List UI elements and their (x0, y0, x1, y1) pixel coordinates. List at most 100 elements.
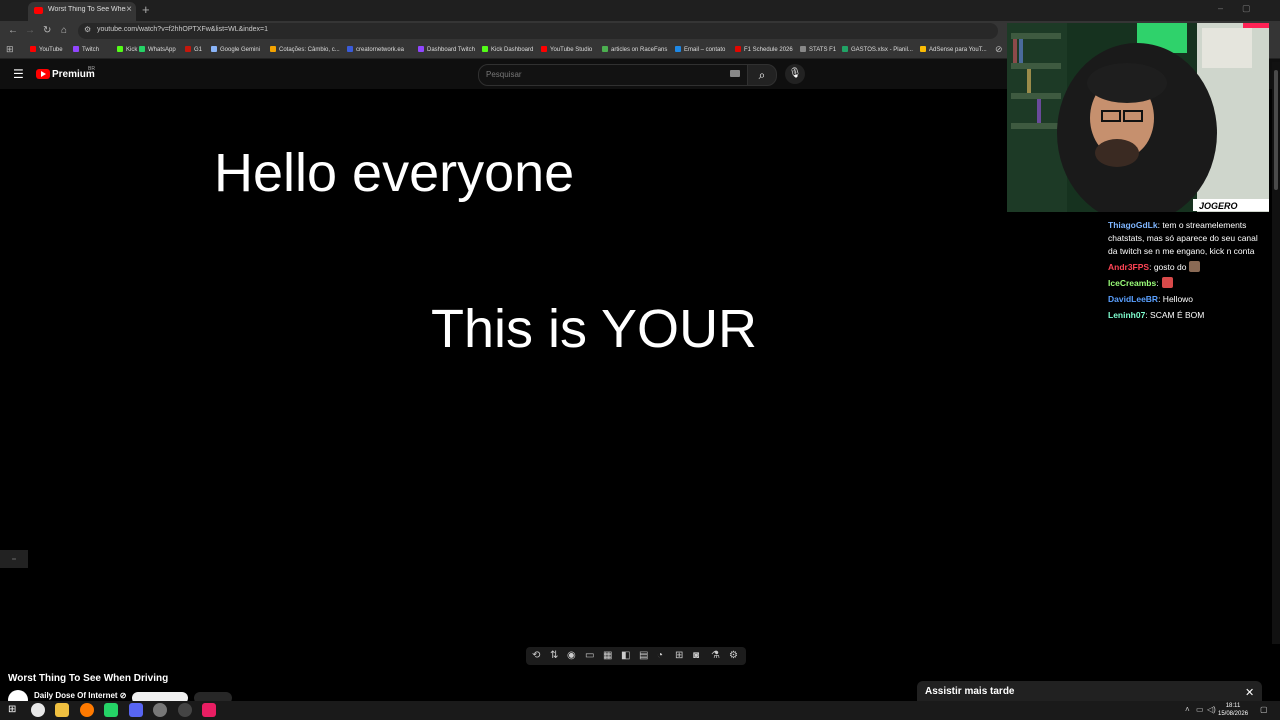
menu-icon[interactable]: ☰ (13, 67, 24, 81)
bookmark-label: creatornetwork.ea (356, 47, 405, 53)
bookmark-item[interactable]: WhatsApp (139, 46, 176, 53)
bookmark-item[interactable]: articles on RaceFans (602, 46, 667, 53)
file-explorer-icon[interactable] (55, 703, 69, 717)
close-icon[interactable]: ✕ (1245, 686, 1254, 699)
country-code: BR (88, 66, 95, 72)
obs-icon[interactable] (153, 703, 167, 717)
video-caption-line2: This is YOUR (431, 299, 758, 359)
reload-icon[interactable]: ↻ (43, 25, 51, 36)
voice-search-button[interactable]: 🎙 (785, 64, 805, 84)
microphone-icon: 🎙 (788, 68, 802, 79)
bookmark-item[interactable]: creatornetwork.ea (347, 46, 404, 53)
discord-icon[interactable] (129, 703, 143, 717)
back-icon[interactable]: ← (8, 25, 18, 36)
bookmark-item[interactable]: Email – contato (675, 46, 725, 53)
browser-app-icon[interactable] (80, 703, 94, 717)
bookmark-label: WhatsApp (148, 47, 176, 53)
theater-icon[interactable]: ▤ (639, 650, 648, 661)
network-icon[interactable]: ▭ (1196, 705, 1204, 714)
system-clock[interactable]: 18:11 15/08/2026 (1218, 702, 1248, 718)
home-icon[interactable]: ⌂ (61, 25, 67, 36)
watch-later-title[interactable]: Assistir mais tarde (925, 686, 1015, 697)
bookmark-label: Twitch (82, 47, 100, 53)
volume-icon[interactable]: ◁) (1207, 705, 1216, 714)
bookmark-label: Dashboard Twitch (427, 47, 475, 53)
bookmark-label: Email – contato (684, 47, 726, 53)
mini-watermark: ▭ (0, 550, 28, 568)
chat-username: Andr3FPS (1108, 262, 1150, 272)
youtube-favicon-icon (34, 7, 43, 14)
chat-text: : SCAM É BOM (1145, 310, 1205, 320)
bookmark-item[interactable]: YouTube Studio (541, 46, 592, 53)
sort-icon[interactable]: ⇅ (550, 650, 558, 661)
keyboard-icon[interactable] (730, 70, 740, 77)
settings-gear-icon[interactable]: ⚙ (729, 650, 738, 661)
bookmark-item[interactable]: Kick Dashboard (482, 46, 533, 53)
webcam-overlay: JOGERO (1007, 23, 1269, 212)
scrollbar-thumb[interactable] (1274, 70, 1278, 190)
bookmark-label: YouTube (39, 47, 63, 53)
maximize-icon[interactable]: ▢ (1242, 3, 1251, 14)
cast-icon[interactable]: ▭ (585, 650, 594, 661)
minimize-icon[interactable]: – (1218, 3, 1223, 13)
chat-username: DavidLeeBR (1108, 294, 1159, 304)
browser-tab[interactable]: Worst Thing To See When Driving × (28, 2, 136, 21)
chat-message: DavidLeeBR: Hellowo (1108, 293, 1260, 306)
youtube-logo-icon[interactable] (36, 69, 50, 79)
clock-date: 15/08/2026 (1218, 711, 1249, 717)
bookmark-icon (675, 46, 681, 52)
chrome-icon[interactable] (31, 703, 45, 717)
bookmark-label: YouTube Studio (550, 47, 593, 53)
bookmark-item[interactable]: YouTube (30, 46, 63, 53)
bookmark-item[interactable]: AdSense para YouT... (920, 46, 987, 53)
site-info-icon[interactable]: ⚙ (84, 25, 91, 34)
channel-name[interactable]: Daily Dose Of Internet ⊘ (34, 691, 127, 700)
bookmark-item[interactable]: Twitch (73, 46, 99, 53)
forward-icon[interactable]: → (25, 25, 35, 36)
bookmark-item[interactable]: STATS F1 (800, 46, 836, 53)
pink-app-icon[interactable] (202, 703, 216, 717)
tab-strip (0, 0, 1280, 21)
close-tab-icon[interactable]: × (126, 4, 132, 15)
emote-icon (1189, 261, 1201, 272)
bookmark-item[interactable]: Cotações: Câmbio, c... (270, 46, 340, 53)
bookmark-label: Cotações: Câmbio, c... (279, 47, 340, 53)
bookmark-item[interactable]: Kick (117, 46, 137, 53)
video-title: Worst Thing To See When Driving (8, 673, 169, 684)
taskbar (0, 701, 1280, 720)
bookmark-icon (211, 46, 217, 52)
bookmark-label: AdSense para YouT... (929, 47, 987, 53)
search-placeholder: Pesquisar (486, 70, 522, 79)
tray-chevron-icon[interactable]: ˄ (1185, 705, 1190, 714)
bookmark-icon (800, 46, 806, 52)
add-icon[interactable]: ⊞ (675, 650, 683, 661)
new-tab-icon[interactable]: + (142, 2, 150, 17)
lab-icon[interactable]: ⚗ (711, 650, 720, 661)
bookmark-icon (602, 46, 608, 52)
bookmark-icon (482, 46, 488, 52)
whatsapp-icon[interactable] (104, 703, 118, 717)
more-bookmarks-icon[interactable]: ⊘ (995, 44, 1003, 55)
apps-grid-icon[interactable]: ⊞ (6, 44, 14, 55)
notifications-icon[interactable]: ▢ (1260, 705, 1268, 714)
windows-start-icon[interactable]: ⊞ (8, 704, 16, 715)
bookmark-item[interactable]: GASTOS.xlsx - Planil... (842, 46, 913, 53)
search-icon: ⌕ (758, 68, 766, 82)
clip-icon[interactable]: ▦ (603, 650, 612, 661)
loop-icon[interactable]: ⟲ (532, 650, 540, 661)
bookmark-item[interactable]: G1 (185, 46, 202, 53)
bookmark-item[interactable]: Google Gemini (211, 46, 260, 53)
bookmark-item[interactable]: Dashboard Twitch (418, 46, 475, 53)
chat-text: : Hellowo (1158, 294, 1194, 304)
bookmark-icon (541, 46, 547, 52)
miniplayer-icon[interactable]: ◧ (621, 650, 630, 661)
tab-title: Worst Thing To See When Driving (48, 6, 126, 13)
screenshot-icon[interactable]: ◙ (693, 650, 699, 661)
search-button[interactable]: ⌕ (747, 64, 777, 86)
app-icon[interactable] (178, 703, 192, 717)
speed-icon[interactable]: ◔ (657, 650, 663, 661)
audio-icon[interactable]: ◉ (567, 650, 576, 661)
bookmark-label: F1 Schedule 2026 (744, 47, 793, 53)
bookmark-item[interactable]: F1 Schedule 2026 (735, 46, 793, 53)
chat-message: IceCreambs: (1108, 277, 1260, 290)
